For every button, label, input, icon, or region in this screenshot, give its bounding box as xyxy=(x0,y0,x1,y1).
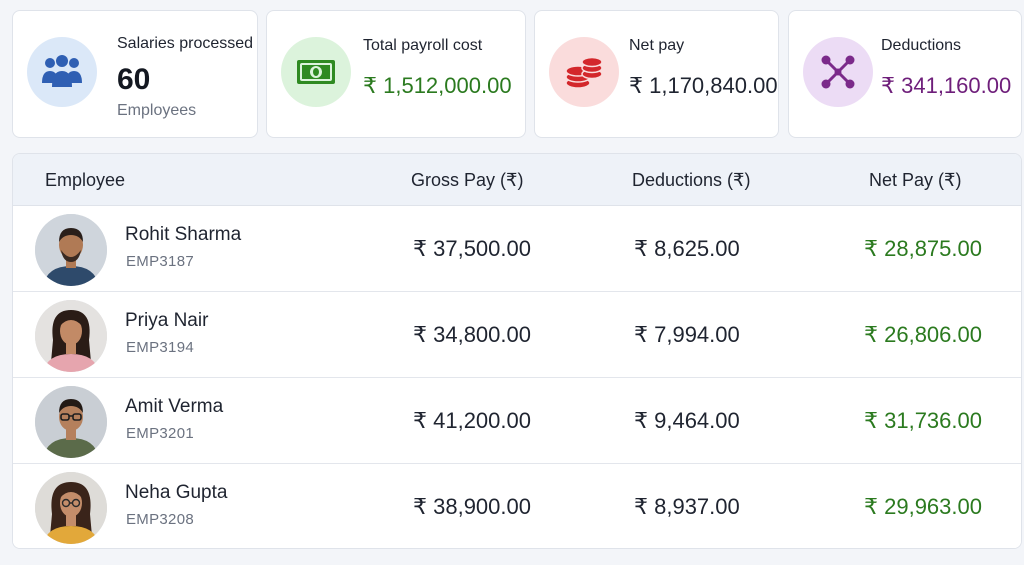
employee-id: EMP3194 xyxy=(126,339,194,356)
table-header: Employee Gross Pay (₹) Deductions (₹) Ne… xyxy=(13,154,1021,206)
banknote-icon xyxy=(281,37,351,107)
column-header-deductions[interactable]: Deductions (₹) xyxy=(632,170,751,191)
column-header-net-pay[interactable]: Net Pay (₹) xyxy=(869,170,961,191)
salaries-processed-label: Salaries processed xyxy=(117,35,254,52)
salaries-processed-card[interactable]: Salaries processed 60 Employees xyxy=(12,10,258,138)
deductions-cell: ₹ 8,937.00 xyxy=(634,494,740,519)
net-pay-cell: ₹ 31,736.00 xyxy=(864,408,982,433)
deductions-value: ₹ 341,160.00 xyxy=(881,73,1012,98)
employee-name: Neha Gupta xyxy=(125,482,228,503)
gross-pay-cell: ₹ 34,800.00 xyxy=(413,322,531,347)
payroll-table: Employee Gross Pay (₹) Deductions (₹) Ne… xyxy=(12,153,1022,549)
network-nodes-icon xyxy=(803,37,873,107)
table-row[interactable]: Neha Gupta EMP3208 ₹ 38,900.00 ₹ 8,937.0… xyxy=(13,464,1021,548)
avatar xyxy=(35,472,107,544)
total-payroll-cost-label: Total payroll cost xyxy=(363,37,483,54)
salaries-processed-value: 60 xyxy=(117,63,151,96)
coin-stack-icon xyxy=(549,37,619,107)
total-payroll-cost-value: ₹ 1,512,000.00 xyxy=(363,73,512,98)
net-pay-cell: ₹ 28,875.00 xyxy=(864,236,982,261)
employee-name: Rohit Sharma xyxy=(125,224,242,245)
column-header-gross-pay[interactable]: Gross Pay (₹) xyxy=(411,170,523,191)
table-row[interactable]: Rohit Sharma EMP3187 ₹ 37,500.00 ₹ 8,625… xyxy=(13,206,1021,292)
table-row[interactable]: Amit Verma EMP3201 ₹ 41,200.00 ₹ 9,464.0… xyxy=(13,378,1021,464)
employee-name: Amit Verma xyxy=(125,396,224,417)
total-payroll-cost-card[interactable]: Total payroll cost ₹ 1,512,000.00 xyxy=(266,10,526,138)
gross-pay-cell: ₹ 41,200.00 xyxy=(413,408,531,433)
table-row[interactable]: Priya Nair EMP3194 ₹ 34,800.00 ₹ 7,994.0… xyxy=(13,292,1021,378)
net-pay-card[interactable]: Net pay ₹ 1,170,840.00 xyxy=(534,10,779,138)
avatar xyxy=(35,300,107,372)
column-header-employee[interactable]: Employee xyxy=(45,170,125,191)
deductions-label: Deductions xyxy=(881,37,962,54)
gross-pay-cell: ₹ 37,500.00 xyxy=(413,236,531,261)
deductions-card[interactable]: Deductions ₹ 341,160.00 xyxy=(788,10,1022,138)
people-group-icon xyxy=(27,37,97,107)
summary-cards: Salaries processed 60 Employees Total pa… xyxy=(12,10,1022,138)
gross-pay-cell: ₹ 38,900.00 xyxy=(413,494,531,519)
salaries-processed-unit: Employees xyxy=(117,102,197,119)
deductions-cell: ₹ 7,994.00 xyxy=(634,322,740,347)
net-pay-cell: ₹ 26,806.00 xyxy=(864,322,982,347)
deductions-cell: ₹ 8,625.00 xyxy=(634,236,740,261)
employee-id: EMP3201 xyxy=(126,425,194,442)
employee-id: EMP3187 xyxy=(126,253,194,270)
net-pay-cell: ₹ 29,963.00 xyxy=(864,494,982,519)
employee-name: Priya Nair xyxy=(125,310,209,331)
avatar xyxy=(35,386,107,458)
employee-id: EMP3208 xyxy=(126,511,194,528)
net-pay-label: Net pay xyxy=(629,37,685,54)
deductions-cell: ₹ 9,464.00 xyxy=(634,408,740,433)
net-pay-value: ₹ 1,170,840.00 xyxy=(629,73,778,98)
avatar xyxy=(35,214,107,286)
